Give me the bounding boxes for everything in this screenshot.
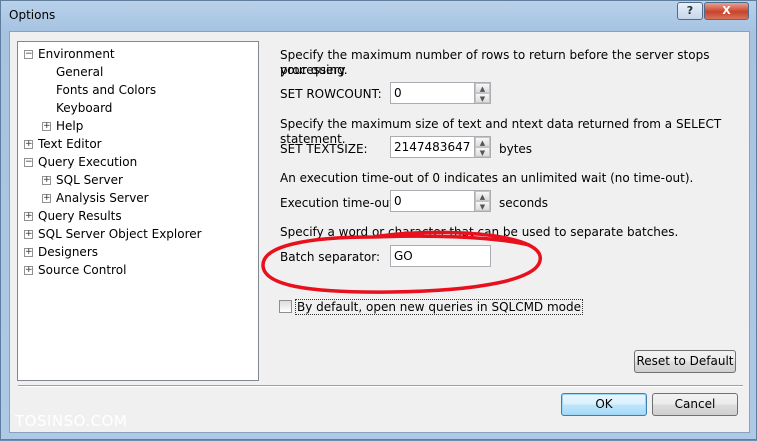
timeout-input[interactable]: 0	[390, 190, 475, 212]
cancel-button[interactable]: Cancel	[652, 393, 738, 416]
rowcount-description-line-1: Specify the maximum number of rows to re…	[280, 48, 710, 77]
tree-item-general[interactable]: General	[56, 63, 103, 81]
expand-icon[interactable]: +	[42, 176, 51, 185]
help-button[interactable]: ?	[677, 2, 703, 20]
collapse-icon[interactable]: −	[24, 158, 33, 167]
options-dialog: Options ? X − Environment General Fonts and…	[0, 0, 757, 440]
batch-description: Specify a word or character that can be …	[280, 225, 679, 239]
expand-icon[interactable]: +	[24, 140, 33, 149]
tree-item-keyboard[interactable]: Keyboard	[56, 99, 112, 117]
sqlcmd-mode-label[interactable]: By default, open new queries in SQLCMD m…	[295, 299, 584, 315]
tree-item-sql-server-object-explorer[interactable]: SQL Server Object Explorer	[38, 225, 202, 243]
collapse-icon[interactable]: −	[24, 50, 33, 59]
sqlcmd-mode-checkbox[interactable]	[279, 300, 292, 313]
timeout-spinner[interactable]: ▲ ▼	[475, 190, 491, 212]
spin-up-icon[interactable]: ▲	[475, 83, 490, 93]
expand-icon[interactable]: +	[24, 230, 33, 239]
spin-down-icon[interactable]: ▼	[475, 147, 490, 157]
expand-icon[interactable]: +	[24, 266, 33, 275]
spin-down-icon[interactable]: ▼	[475, 201, 490, 211]
watermark: TOSINSO.COM	[15, 412, 128, 430]
textsize-unit: bytes	[499, 142, 533, 156]
expand-icon[interactable]: +	[24, 212, 33, 221]
rowcount-spinner[interactable]: ▲ ▼	[475, 82, 491, 104]
query-execution-settings-panel: Specify the maximum number of rows to re…	[272, 32, 751, 434]
tree-item-query-results[interactable]: Query Results	[38, 207, 122, 225]
timeout-description: An execution time-out of 0 indicates an …	[280, 171, 694, 185]
batch-separator-input[interactable]: GO	[390, 245, 491, 267]
options-tree[interactable]: − Environment General Fonts and Colors Keybo…	[17, 41, 259, 381]
tree-item-text-editor[interactable]: Text Editor	[38, 135, 102, 153]
rowcount-label: SET ROWCOUNT:	[280, 87, 382, 101]
expand-icon[interactable]: +	[42, 122, 51, 131]
timeout-label: Execution time-out:	[280, 196, 399, 210]
rowcount-input[interactable]: 0	[390, 82, 475, 104]
tree-item-query-execution[interactable]: Query Execution	[38, 153, 137, 171]
rowcount-description-line-2: your query.	[280, 63, 348, 77]
tree-item-analysis-server[interactable]: Analysis Server	[56, 189, 149, 207]
batch-separator-label: Batch separator:	[280, 250, 381, 264]
textsize-spinner[interactable]: ▲ ▼	[475, 136, 491, 158]
separator	[18, 385, 743, 387]
spin-up-icon[interactable]: ▲	[475, 137, 490, 147]
reset-to-default-button[interactable]: Reset to Default	[634, 350, 736, 373]
close-button[interactable]: X	[704, 2, 749, 20]
tree-item-source-control[interactable]: Source Control	[38, 261, 126, 279]
dialog-client-area: − Environment General Fonts and Colors Keybo…	[9, 31, 750, 433]
ok-button[interactable]: OK	[561, 393, 647, 416]
tree-item-help[interactable]: Help	[56, 117, 83, 135]
tree-item-fonts-and-colors[interactable]: Fonts and Colors	[56, 81, 156, 99]
tree-item-designers[interactable]: Designers	[38, 243, 98, 261]
tree-item-environment[interactable]: Environment	[38, 45, 115, 63]
expand-icon[interactable]: +	[42, 194, 51, 203]
textsize-label: SET TEXTSIZE:	[280, 142, 368, 156]
tree-item-sql-server[interactable]: SQL Server	[56, 171, 123, 189]
textsize-input[interactable]: 2147483647	[390, 136, 475, 158]
title-bar[interactable]: Options ? X	[1, 1, 756, 31]
window-title: Options	[9, 8, 56, 22]
spin-down-icon[interactable]: ▼	[475, 93, 490, 103]
expand-icon[interactable]: +	[24, 248, 33, 257]
spin-up-icon[interactable]: ▲	[475, 191, 490, 201]
timeout-unit: seconds	[499, 196, 549, 210]
